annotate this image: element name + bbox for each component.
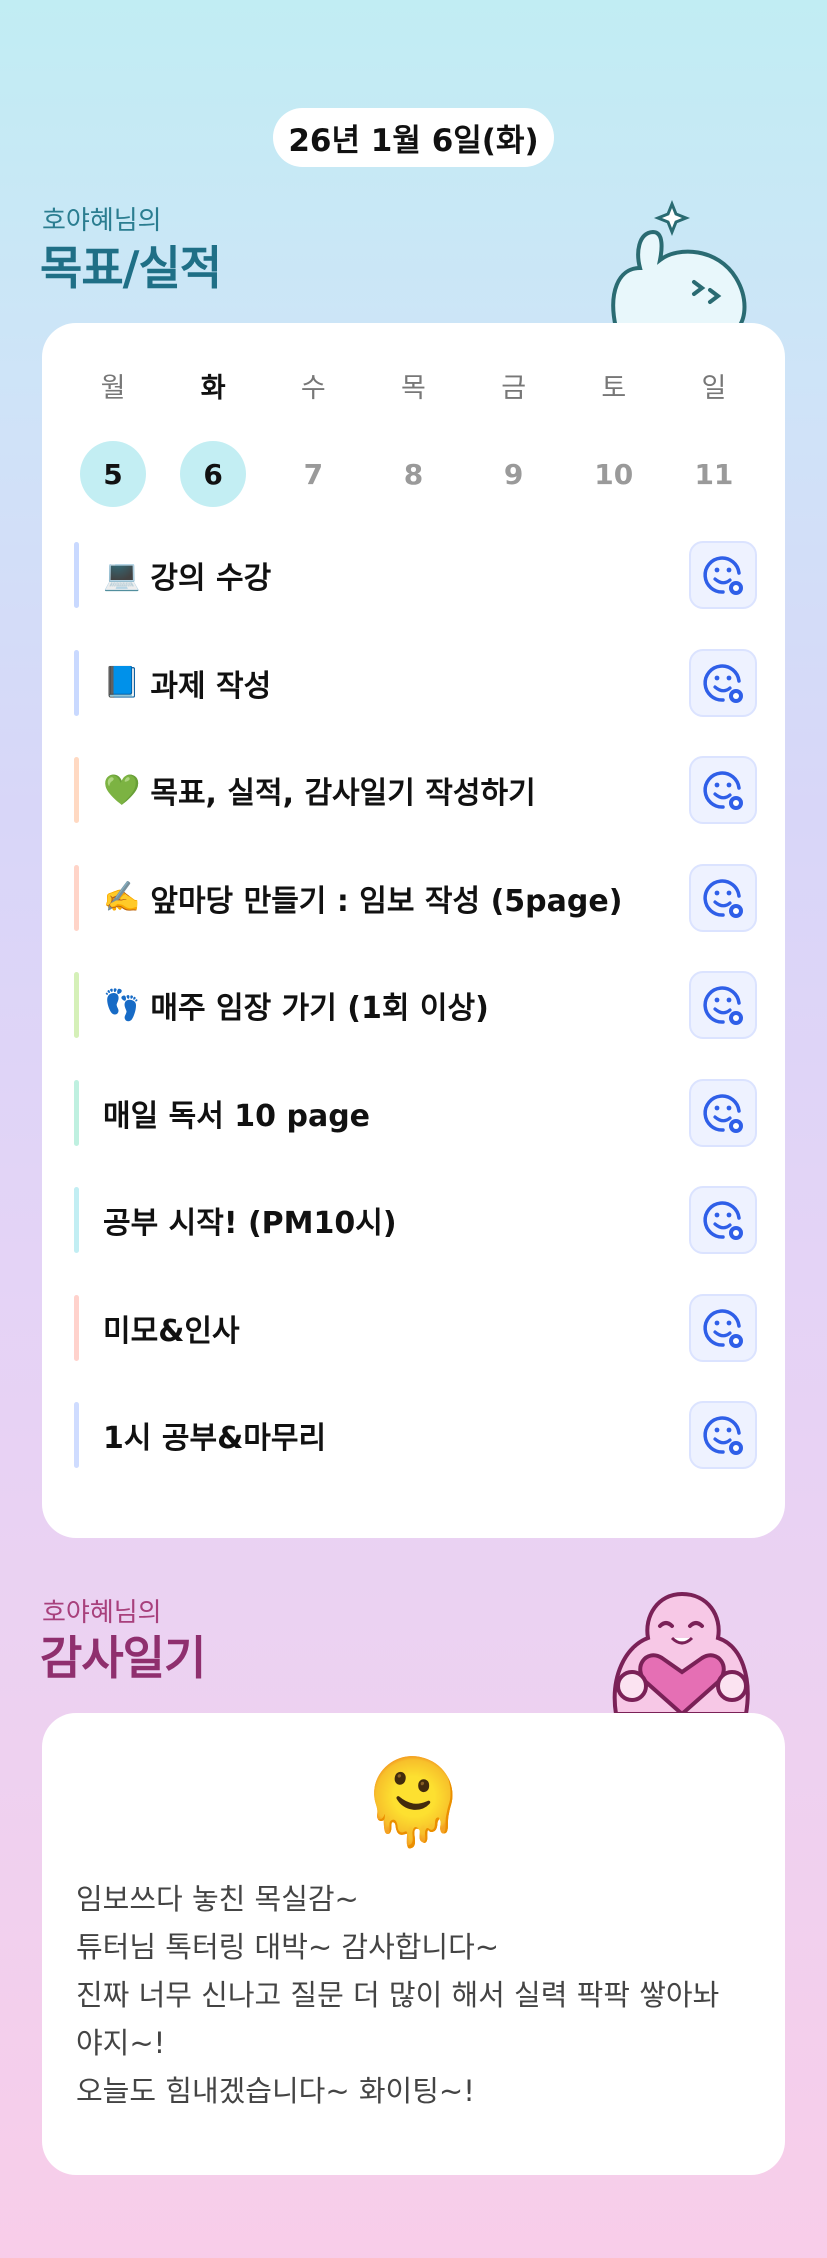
smile-add-icon [701,768,745,812]
goal-row[interactable]: 💻 강의 수강 [74,540,757,610]
week-calendar: 월 5 화 6 수 7 목 8 금 9 토 10 일 11 [78,371,749,507]
add-reaction-button[interactable] [689,971,757,1039]
diary-line: 임보쓰다 놓친 목실감~ [76,1882,359,1916]
goal-color-bar [74,1079,79,1146]
goal-row[interactable]: 💚 목표, 실적, 감사일기 작성하기 [74,755,757,825]
smile-add-icon [701,1091,745,1135]
goal-emoji: 📘 [103,665,141,700]
smile-add-icon [701,661,745,705]
diary-line: 튜터님 톡터링 대박~ 감사합니다~ [76,1930,500,1964]
smile-add-icon [701,1198,745,1242]
day-column[interactable]: 월 5 [78,371,148,507]
smile-add-icon [701,876,745,920]
day-number: 7 [303,457,324,491]
smile-add-icon [701,1413,745,1457]
day-column[interactable]: 목 8 [378,371,448,507]
goal-emoji: 💻 [103,557,141,593]
goal-label: 공부 시작! (PM10시) [103,1206,397,1241]
goal-row[interactable]: 📘 과제 작성 [74,648,757,718]
goal-color-bar [74,542,79,608]
diary-line: 진짜 너무 신나고 질문 더 많이 해서 실력 팍팍 쌓아놔 [76,1978,720,2012]
goal-emoji: 💚 [103,772,141,808]
goal-label: 미모&인사 [103,1313,240,1349]
goal-color-bar [74,1187,79,1253]
mascot-heart [596,1586,760,1717]
goal-emoji: 👣 [103,987,141,1023]
goal-label: 목표, 실적, 감사일기 작성하기 [150,776,536,811]
goal-row[interactable]: 1시 공부&마무리 [74,1400,757,1470]
day-of-week: 일 [701,373,727,404]
smile-add-icon [701,983,745,1027]
goal-color-bar [74,649,79,716]
add-reaction-button[interactable] [689,541,757,609]
day-of-week: 목 [401,373,426,404]
goal-color-bar [74,972,79,1038]
add-reaction-button[interactable] [689,863,757,932]
add-reaction-button[interactable] [689,1401,757,1469]
day-of-week: 토 [601,373,627,404]
diary-text: 임보쓰다 놓친 목실감~ 튜터님 톡터링 대박~ 감사합니다~ 진짜 너무 신나… [76,1875,751,2115]
add-reaction-button[interactable] [689,648,757,717]
goal-color-bar [74,1294,79,1361]
diary-line: 야지~! [76,2026,166,2060]
diary-section-title: 감사일기 [40,1631,206,1685]
goal-label: 강의 수강 [150,561,272,596]
goal-label: 앞마당 만들기 : 임보 작성 (5page) [150,883,623,919]
goal-row[interactable]: 공부 시작! (PM10시) [74,1185,757,1255]
goal-emoji: ✍️ [103,880,141,915]
day-column[interactable]: 수 7 [278,371,348,507]
add-reaction-button[interactable] [689,756,757,824]
goal-label: 1시 공부&마무리 [103,1421,327,1456]
add-reaction-button[interactable] [689,1293,757,1362]
smile-add-icon [701,553,745,597]
add-reaction-button[interactable] [689,1186,757,1254]
smile-add-icon [701,1306,745,1350]
day-number: 9 [503,457,524,491]
day-column[interactable]: 화 6 [178,371,248,507]
goal-label: 매일 독서 10 page [103,1098,371,1134]
goals-card: 월 5 화 6 수 7 목 8 금 9 토 10 일 11 💻 강의 수강 📘 과제 … [42,323,785,1538]
goals-section-title: 목표/실적 [40,241,222,295]
day-of-week: 수 [300,373,326,404]
goal-row[interactable]: 매일 독서 10 page [74,1078,757,1148]
mascot-thumbs-up [598,198,758,330]
goal-color-bar [74,757,79,823]
day-number: 10 [594,457,634,491]
day-number: 8 [403,457,424,491]
goal-row[interactable]: ✍️ 앞마당 만들기 : 임보 작성 (5page) [74,863,757,933]
day-number: 11 [694,457,734,491]
goal-label: 매주 임장 가기 (1회 이상) [150,991,489,1026]
add-reaction-button[interactable] [689,1078,757,1147]
diary-line: 오늘도 힘내겠습니다~ 화이팅~! [76,2074,475,2108]
goal-row[interactable]: 👣 매주 임장 가기 (1회 이상) [74,970,757,1040]
goal-color-bar [74,1402,79,1468]
day-of-week: 화 [200,373,226,404]
date-pill: 26년 1월 6일(화) [273,108,554,167]
day-column[interactable]: 토 10 [579,371,649,507]
day-of-week: 금 [501,373,527,404]
day-of-week: 월 [100,373,126,404]
melting-face-emoji: 🫠 [361,1753,466,1851]
goal-label: 과제 작성 [150,668,272,704]
day-column[interactable]: 금 9 [479,371,549,507]
diary-card: 🫠 임보쓰다 놓친 목실감~ 튜터님 톡터링 대박~ 감사합니다~ 진짜 너무 … [42,1713,785,2175]
goal-row[interactable]: 미모&인사 [74,1293,757,1363]
goal-color-bar [74,864,79,931]
day-number: 6 [180,441,247,507]
day-column[interactable]: 일 11 [679,371,749,507]
day-number: 5 [80,441,146,507]
